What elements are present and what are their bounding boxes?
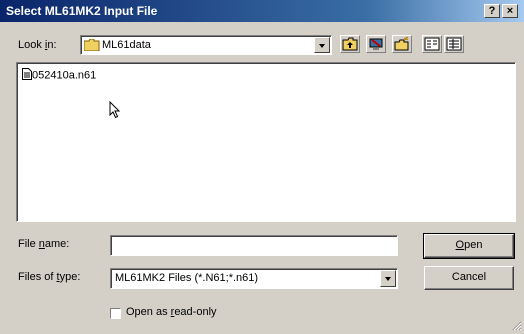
open-button[interactable]: Open: [423, 233, 515, 259]
desktop-button[interactable]: [366, 35, 386, 53]
read-only-checkbox[interactable]: [110, 308, 121, 319]
look-in-label: Look in:: [18, 39, 57, 51]
file-name: 052410a.n61: [32, 69, 97, 82]
files-of-type-dropdown-button[interactable]: [380, 270, 396, 287]
details-view-button[interactable]: [444, 35, 464, 53]
up-one-level-button[interactable]: [340, 35, 360, 53]
details-view-icon: [445, 37, 463, 55]
list-view-button[interactable]: [422, 35, 442, 53]
file-name-label: File name:: [18, 238, 70, 250]
read-only-label[interactable]: Open as read-only: [126, 306, 217, 318]
list-view-icon: [423, 37, 441, 55]
mouse-cursor-icon: [109, 100, 121, 122]
close-button[interactable]: ×: [502, 4, 518, 18]
files-of-type-label: Files of type:: [18, 271, 81, 283]
files-of-type-combo[interactable]: ML61MK2 Files (*.N61;*.n61): [110, 268, 398, 289]
new-folder-button[interactable]: [392, 35, 412, 53]
window-title: Select ML61MK2 Input File: [6, 4, 158, 18]
look-in-combo[interactable]: ML61data: [80, 35, 332, 55]
up-one-level-icon: [341, 37, 359, 55]
file-list[interactable]: 052410a.n61: [16, 62, 516, 222]
look-in-value: ML61data: [102, 39, 151, 51]
new-folder-icon: [393, 36, 411, 55]
file-icon: [22, 68, 32, 83]
file-name-input[interactable]: [110, 235, 398, 256]
title-bar[interactable]: Select ML61MK2 Input File ? ×: [0, 0, 524, 22]
list-item[interactable]: 052410a.n61: [22, 68, 96, 82]
desktop-icon: [367, 38, 385, 55]
folder-icon: [83, 38, 100, 54]
help-button[interactable]: ?: [484, 4, 500, 18]
cancel-button[interactable]: Cancel: [424, 266, 514, 290]
resize-grip[interactable]: [510, 319, 522, 331]
look-in-dropdown-button[interactable]: [314, 37, 330, 53]
files-of-type-value: ML61MK2 Files (*.N61;*.n61): [115, 272, 259, 284]
